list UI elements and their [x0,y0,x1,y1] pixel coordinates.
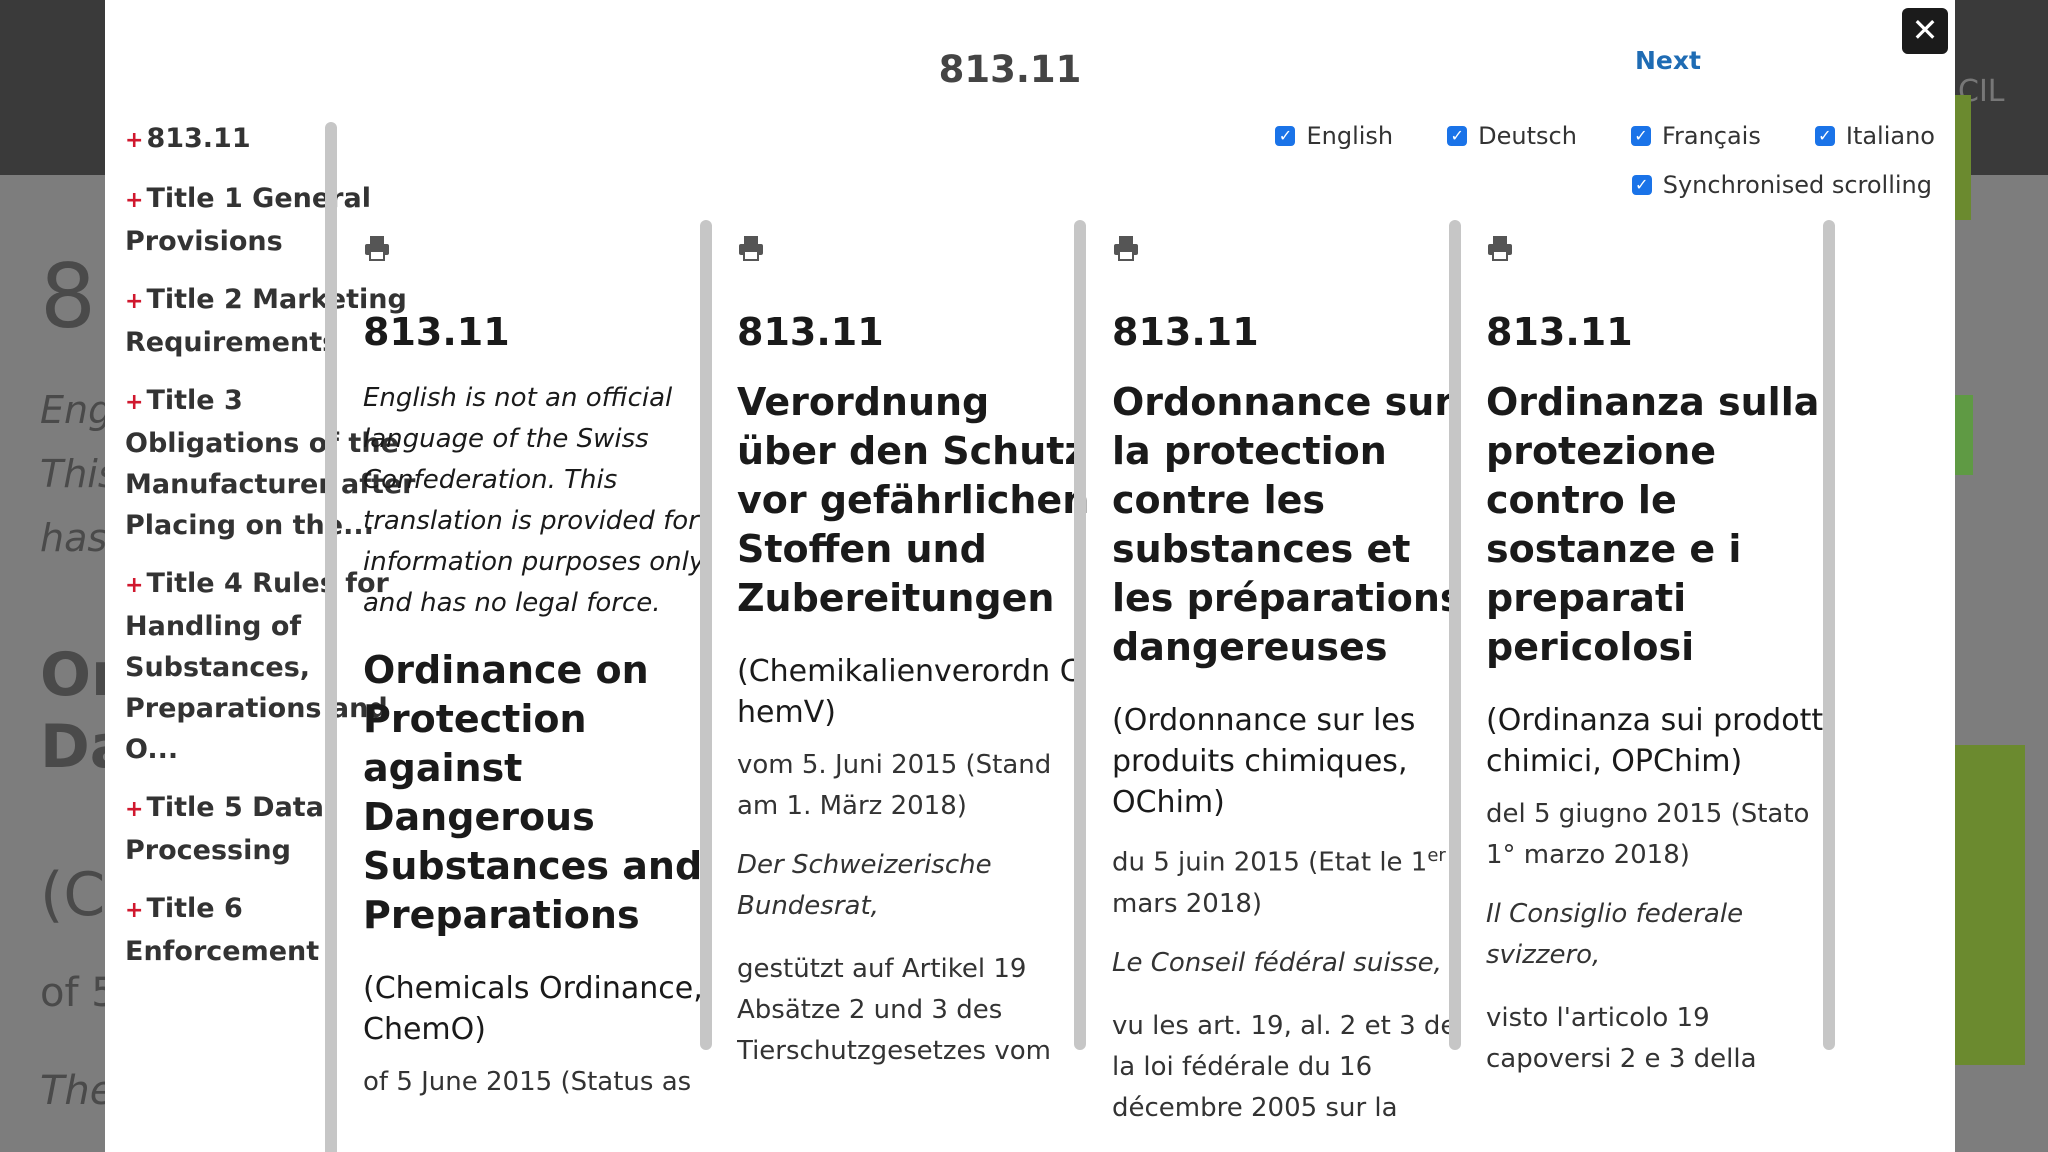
document-date: of 5 June 2015 (Status as [363,1067,692,1097]
column-body: Ordonnance sur la protection contre les … [1112,378,1467,1147]
expand-icon: + [125,128,144,153]
printer-icon[interactable] [363,234,391,262]
column-body: Verordnung über den Schutz vor gefährlic… [737,378,1092,1090]
checkbox-checked-icon: ✓ [1275,126,1296,146]
language-label: Italiano [1845,122,1935,150]
language-label: English [1306,122,1394,150]
checkbox-checked-icon: ✓ [1447,126,1468,146]
checkbox-checked-icon: ✓ [1631,175,1652,195]
column-deutsch: 813.11 Verordnung über den Schutz vor ge… [737,220,1092,1152]
document-number: 813.11 [1112,310,1259,354]
document-date: vom 5. Juni 2015 (Stand am 1. März 2018) [737,750,1052,821]
background-accent [1955,95,1971,220]
document-number: 813.11 [737,310,884,354]
background-number: 8 [40,245,96,348]
toc-scrollbar[interactable] [325,122,337,1152]
column-scrollbar[interactable] [700,220,712,1050]
printer-icon[interactable] [737,234,765,262]
document-date: du 5 juin 2015 (Etat le 1er mars 2018) [1112,845,1446,919]
document-short-title: (Chemicals Ordinance, ChemO) [363,971,703,1047]
document-short-title: (Ordinanza sui prodotti chimici, OPChim) [1486,703,1832,779]
expand-icon: + [125,797,144,822]
checkbox-checked-icon: ✓ [1630,126,1651,146]
synchronised-scrolling-checkbox[interactable]: ✓ Synchronised scrolling [1631,171,1932,199]
background-line: The [40,1068,115,1114]
expand-icon: + [125,289,144,314]
language-label: Deutsch [1478,122,1577,150]
printer-icon[interactable] [1112,234,1140,262]
background-accent [1955,745,2025,1065]
language-checkbox-francais[interactable]: ✓ Français [1630,122,1761,150]
checkbox-checked-icon: ✓ [1814,126,1835,146]
document-authority: Der Schweizerische Bundesrat, [737,850,992,921]
document-authority: Le Conseil fédéral suisse, [1112,947,1442,978]
next-link[interactable]: Next [1635,46,1701,75]
document-title: Ordinance on Protection against Dangerou… [363,648,703,937]
document-basis: vu les art. 19, al. 2 et 3 de la loi féd… [1112,1010,1457,1123]
sync-label: Synchronised scrolling [1662,171,1932,199]
document-title: Ordonnance sur la protection contre les … [1112,380,1463,669]
language-label: Français [1661,122,1761,150]
background-accent [1955,395,1973,475]
column-scrollbar[interactable] [1074,220,1086,1050]
toc-item[interactable]: +813.11 [125,118,425,161]
document-number: 813.11 [363,310,510,354]
document-short-title: (Chemikalienverordn ChemV) [737,654,1081,730]
background-line: Eng [40,388,113,432]
document-authority: Il Consiglio federale svizzero, [1486,899,1744,970]
column-italiano: 813.11 Ordinanza sulla protezione contro… [1486,220,1841,1152]
language-checkbox-italiano[interactable]: ✓ Italiano [1814,122,1935,150]
background-line: (C [40,860,106,930]
close-icon: ✕ [1911,11,1939,49]
document-date: del 5 giugno 2015 (Stato 1° marzo 2018) [1486,799,1810,870]
document-title: Verordnung über den Schutz vor gefährlic… [737,380,1090,620]
expand-icon: + [125,390,144,415]
language-checkbox-deutsch[interactable]: ✓ Deutsch [1447,122,1577,150]
close-button[interactable]: ✕ [1902,8,1948,54]
toc-item-label: Title 5 Data Processing [125,792,324,866]
printer-icon[interactable] [1486,234,1514,262]
expand-icon: + [125,573,144,598]
document-number: 813.11 [1486,310,1633,354]
translation-notice: English is not an official language of t… [363,383,705,618]
expand-icon: + [125,188,144,213]
language-checkbox-english[interactable]: ✓ English [1275,122,1393,150]
expand-icon: + [125,898,144,923]
document-short-title: (Ordonnance sur les produits chimiques, … [1112,703,1416,820]
language-selector: ✓ English ✓ Deutsch ✓ Français ✓ Italiano [1221,122,1935,150]
column-scrollbar[interactable] [1823,220,1835,1050]
toc-item-label: Title 4 Rules for Handling of Substances… [125,568,389,765]
column-english: 813.11 English is not an official langua… [363,220,718,1152]
toc-item-label: 813.11 [146,123,251,154]
document-title: Ordinanza sulla protezione contro le sos… [1486,380,1820,669]
column-francais: 813.11 Ordonnance sur la protection cont… [1112,220,1467,1152]
column-scrollbar[interactable] [1449,220,1461,1050]
translation-modal: 813.11 Next ✕ +813.11 + Title 1 General P… [105,0,1955,1152]
toc-item-label: Title 6 Enforcement [125,893,320,967]
column-body: Ordinanza sulla protezione contro le sos… [1486,378,1841,1098]
column-body: English is not an official language of t… [363,378,718,1121]
document-basis: gestützt auf Artikel 19 Absätze 2 und 3 … [737,954,1051,1066]
background-line: has [40,516,108,560]
document-basis: visto l'articolo 19 capoversi 2 e 3 dell… [1486,1003,1757,1074]
